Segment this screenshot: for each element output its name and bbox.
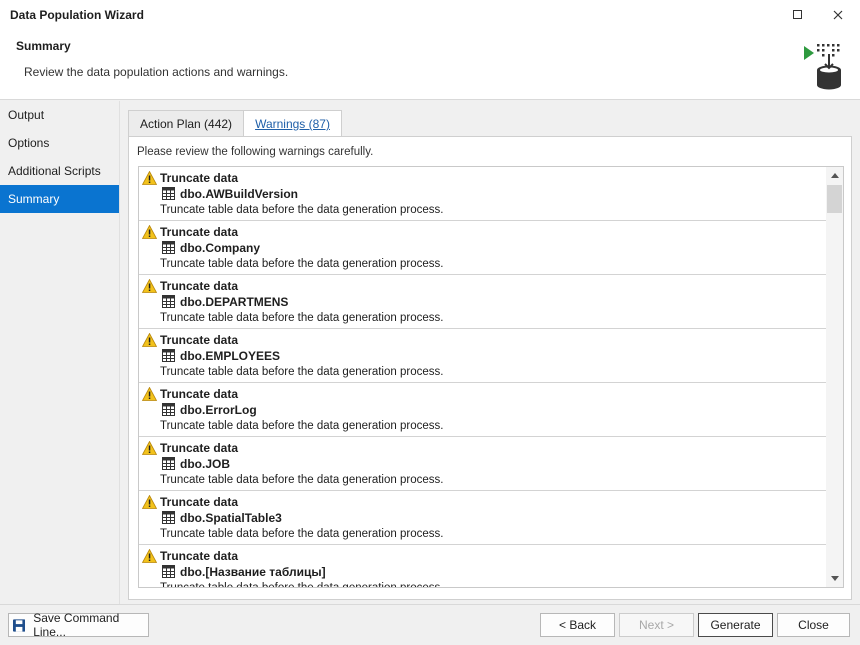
warnings-list-items: Truncate data dbo.AWBuildVersion Truncate … — [139, 167, 826, 588]
sidebar-item-output[interactable]: Output — [0, 101, 119, 129]
table-icon — [162, 403, 175, 416]
save-command-line-label: Save Command Line... — [33, 611, 120, 639]
sidebar-item-summary[interactable]: Summary — [0, 185, 119, 213]
warnings-panel: Please review the following warnings car… — [128, 136, 852, 600]
warning-title: Truncate data — [160, 549, 239, 563]
generate-button[interactable]: Generate — [698, 613, 773, 637]
warning-icon — [142, 495, 157, 509]
vertical-scrollbar[interactable] — [826, 167, 843, 587]
next-button[interactable]: Next > — [619, 613, 694, 637]
warning-table-name: dbo.DEPARTMENS — [180, 295, 289, 309]
table-icon — [162, 241, 175, 254]
warnings-list[interactable]: Truncate data dbo.AWBuildVersion Truncate … — [138, 166, 844, 588]
tab-strip: Action Plan (442) Warnings (87) — [128, 110, 342, 138]
tab-action-plan[interactable]: Action Plan (442) — [128, 110, 245, 137]
warning-icon — [142, 549, 157, 563]
warning-title: Truncate data — [160, 495, 239, 509]
wizard-sidebar: Output Options Additional Scripts Summar… — [0, 101, 120, 604]
warning-icon — [142, 441, 157, 455]
warning-icon — [142, 387, 157, 401]
scroll-up-button[interactable] — [826, 167, 843, 184]
warning-title: Truncate data — [160, 441, 239, 455]
warning-table-name: dbo.Company — [180, 241, 260, 255]
warning-title: Truncate data — [160, 333, 239, 347]
maximize-icon — [793, 10, 802, 19]
table-icon — [162, 457, 175, 470]
scroll-down-button[interactable] — [826, 570, 843, 587]
list-item[interactable]: Truncate data dbo.AWBuildVersion Truncate … — [139, 167, 826, 221]
warning-description: Truncate table data before the data gene… — [160, 474, 444, 486]
title-bar: Data Population Wizard — [0, 0, 860, 30]
warning-table-name: dbo.[Название таблицы] — [180, 565, 326, 579]
warning-description: Truncate table data before the data gene… — [160, 582, 444, 588]
warning-title: Truncate data — [160, 225, 239, 239]
sidebar-item-options[interactable]: Options — [0, 129, 119, 157]
wizard-footer: Save Command Line... < Back Next > Gener… — [0, 604, 860, 645]
page-description: Review the data population actions and w… — [24, 65, 289, 79]
warning-description: Truncate table data before the data gene… — [160, 312, 444, 324]
warning-table-name: dbo.JOB — [180, 457, 230, 471]
table-icon — [162, 565, 175, 578]
save-command-line-button[interactable]: Save Command Line... — [8, 611, 149, 639]
list-item[interactable]: Truncate data dbo.ErrorLog Truncate table … — [139, 383, 826, 437]
close-window-button[interactable] — [818, 0, 858, 30]
chevron-up-icon — [830, 173, 839, 178]
warning-description: Truncate table data before the data gene… — [160, 366, 444, 378]
warning-icon — [142, 171, 157, 185]
warning-table-name: dbo.EMPLOYEES — [180, 349, 281, 363]
warning-title: Truncate data — [160, 387, 239, 401]
sidebar-item-additional-scripts[interactable]: Additional Scripts — [0, 157, 119, 185]
warning-description: Truncate table data before the data gene… — [160, 420, 444, 432]
list-item[interactable]: Truncate data dbo.SpatialTable3 Truncate t… — [139, 491, 826, 545]
tab-warnings[interactable]: Warnings (87) — [243, 110, 342, 138]
warning-description: Truncate table data before the data gene… — [160, 204, 444, 216]
warning-icon — [142, 279, 157, 293]
maximize-button[interactable] — [778, 0, 818, 30]
warning-description: Truncate table data before the data gene… — [160, 258, 444, 270]
wizard-header: Summary Review the data population actio… — [0, 30, 860, 100]
warning-icon — [142, 225, 157, 239]
database-populate-icon — [804, 44, 841, 90]
warning-icon — [142, 333, 157, 347]
list-item[interactable]: Truncate data dbo.JOB Truncate table data … — [139, 437, 826, 491]
warning-description: Truncate table data before the data gene… — [160, 528, 444, 540]
table-icon — [162, 511, 175, 524]
warning-table-name: dbo.SpatialTable3 — [180, 511, 282, 525]
chevron-down-icon — [830, 576, 839, 581]
list-item[interactable]: Truncate data dbo.[Название таблицы] Trunc… — [139, 545, 826, 588]
table-icon — [162, 187, 175, 200]
main-content: Action Plan (442) Warnings (87) Please r… — [120, 101, 860, 604]
table-icon — [162, 295, 175, 308]
close-button[interactable]: Close — [777, 613, 850, 637]
floppy-disk-icon — [13, 618, 26, 632]
list-item[interactable]: Truncate data dbo.Company Truncate table d… — [139, 221, 826, 275]
page-title: Summary — [16, 39, 71, 53]
back-button[interactable]: < Back — [540, 613, 615, 637]
table-icon — [162, 349, 175, 362]
close-icon — [833, 10, 843, 20]
warning-title: Truncate data — [160, 279, 239, 293]
warning-table-name: dbo.ErrorLog — [180, 403, 257, 417]
warning-table-name: dbo.AWBuildVersion — [180, 187, 299, 201]
panel-intro-text: Please review the following warnings car… — [137, 146, 374, 158]
window-title: Data Population Wizard — [10, 8, 144, 22]
warning-title: Truncate data — [160, 171, 239, 185]
list-item[interactable]: Truncate data dbo.EMPLOYEES Truncate table… — [139, 329, 826, 383]
scroll-thumb[interactable] — [827, 185, 842, 213]
list-item[interactable]: Truncate data dbo.DEPARTMENS Truncate tabl… — [139, 275, 826, 329]
